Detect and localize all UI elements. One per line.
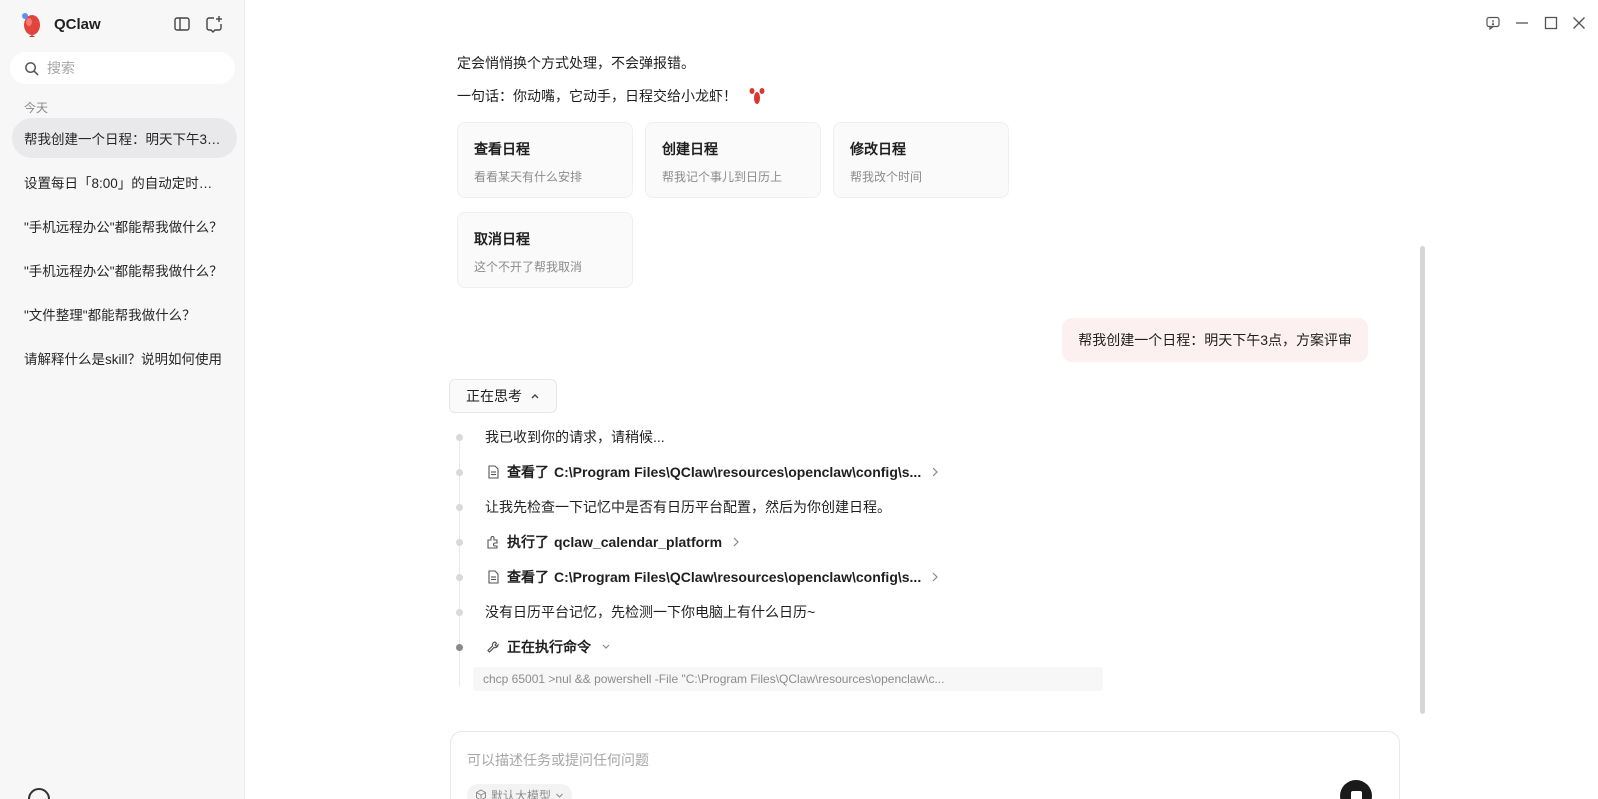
timeline-step-file[interactable]: 查看了 C:\Program Files\QClaw\resources\ope…: [485, 462, 939, 482]
plugin-icon: [485, 534, 501, 550]
quick-card-cancel-schedule[interactable]: 取消日程 这个不开了帮我取消: [457, 212, 633, 288]
card-subtitle: 看看某天有什么安排: [474, 170, 583, 184]
timeline-step: 让我先检查一下记忆中是否有日历平台配置，然后为你创建日程。: [485, 497, 891, 517]
step-prefix: 查看了: [507, 464, 549, 480]
timeline-dot: [456, 609, 463, 616]
user-avatar[interactable]: [28, 788, 50, 799]
history-item[interactable]: 帮我创建一个日程：明天下午3点，方案评审: [12, 118, 237, 158]
card-title: 修改日程: [850, 141, 906, 157]
step-prefix: 查看了: [507, 569, 549, 585]
qclaw-logo-icon: [22, 13, 40, 37]
history-item-label: 帮我创建一个日程：明天下午3点，方案评审: [24, 132, 225, 147]
quick-card-edit-schedule[interactable]: 修改日程 帮我改个时间: [833, 122, 1009, 198]
timeline-dot: [456, 574, 463, 581]
search-input[interactable]: [47, 60, 217, 76]
app-name: QClaw: [54, 15, 101, 33]
quick-card-create-schedule[interactable]: 创建日程 帮我记个事儿到日历上: [645, 122, 821, 198]
quick-card-view-schedule[interactable]: 查看日程 看看某天有什么安排: [457, 122, 633, 198]
model-label: 默认大模型: [491, 788, 552, 799]
step-text: 我已收到你的请求，请稍候...: [485, 429, 665, 445]
lobster-icon: [749, 88, 765, 104]
card-title: 查看日程: [474, 141, 530, 157]
timeline-step-file[interactable]: 查看了 C:\Program Files\QClaw\resources\ope…: [485, 567, 939, 587]
search-icon: [25, 61, 39, 76]
step-text: 没有日历平台记忆，先检测一下你电脑上有什么日历~: [485, 604, 816, 620]
timeline-dot: [456, 504, 463, 511]
user-message-bubble: 帮我创建一个日程：明天下午3点，方案评审: [1062, 318, 1368, 362]
assistant-text: 定会悄悄换个方式处理，不会弹报错。: [457, 55, 695, 71]
command-preview: chcp 65001 >nul && powershell -File "C:\…: [473, 667, 1103, 691]
search-box[interactable]: [10, 52, 235, 84]
timeline-dot: [456, 434, 463, 441]
card-title: 创建日程: [662, 141, 718, 157]
sidebar: QClaw 今天 帮我创建一个日程：明天下午3点，方案评审 设置每日「8:00」…: [0, 0, 245, 799]
history-item[interactable]: 设置每日「8:00」的自动定时任务: [12, 162, 237, 202]
timeline-dot: [456, 539, 463, 546]
card-subtitle: 这个不开了帮我取消: [474, 260, 583, 274]
chat-history-list: 帮我创建一个日程：明天下午3点，方案评审 设置每日「8:00」的自动定时任务 "…: [12, 118, 237, 382]
stop-generation-button[interactable]: [1340, 780, 1372, 799]
chevron-down-icon: [555, 792, 564, 799]
step-path: C:\Program Files\QClaw\resources\opencla…: [554, 464, 922, 480]
new-chat-icon[interactable]: [204, 14, 224, 34]
thinking-label: 正在思考: [466, 388, 522, 404]
stop-icon: [1350, 790, 1362, 799]
history-item-label: "文件整理"都能帮我做什么？: [24, 308, 196, 323]
message-input[interactable]: [467, 750, 1327, 774]
brand: QClaw: [20, 10, 101, 38]
section-label-today: 今天: [24, 101, 49, 115]
history-item-label: 设置每日「8:00」的自动定时任务: [24, 176, 225, 191]
scrollbar[interactable]: [1420, 246, 1425, 714]
step-path: C:\Program Files\QClaw\resources\opencla…: [554, 569, 922, 585]
timeline-step-running[interactable]: 正在执行命令: [485, 637, 611, 657]
step-prefix: 执行了: [507, 534, 549, 550]
timeline-step-tool[interactable]: 执行了 qclaw_calendar_platform: [485, 532, 740, 552]
step-text: 让我先检查一下记忆中是否有日历平台配置，然后为你创建日程。: [485, 499, 891, 515]
timeline-step: 没有日历平台记忆，先检测一下你电脑上有什么日历~: [485, 602, 815, 622]
file-icon: [485, 464, 501, 480]
card-title: 取消日程: [474, 231, 530, 247]
toggle-sidebar-icon[interactable]: [172, 14, 192, 34]
chevron-right-icon: [732, 537, 740, 547]
chevron-up-icon: [531, 394, 539, 399]
chevron-right-icon: [931, 572, 939, 582]
chevron-right-icon: [931, 467, 939, 477]
wrench-icon: [485, 639, 501, 655]
composer: 默认大模型: [450, 731, 1400, 799]
assistant-text: 一句话：你动嘴，它动手，日程交给小龙虾！: [457, 88, 737, 104]
history-item-label: "手机远程办公"都能帮我做什么？: [24, 220, 223, 235]
history-item[interactable]: "文件整理"都能帮我做什么？: [12, 294, 237, 334]
chevron-down-icon: [601, 643, 611, 651]
timeline-dot-active: [456, 644, 463, 651]
model-selector[interactable]: 默认大模型: [467, 784, 573, 799]
timeline-step: 我已收到你的请求，请稍候...: [485, 427, 665, 447]
history-item[interactable]: 请解释什么是skill？说明如何使用: [12, 338, 237, 378]
step-tool-name: qclaw_calendar_platform: [554, 534, 723, 550]
thinking-toggle-button[interactable]: 正在思考: [449, 379, 557, 413]
timeline-dot: [456, 469, 463, 476]
history-item-label: "手机远程办公"都能帮我做什么？: [24, 264, 223, 279]
file-icon: [485, 569, 501, 585]
card-subtitle: 帮我改个时间: [850, 170, 923, 184]
model-icon: [475, 789, 487, 799]
chat-main: 定会悄悄换个方式处理，不会弹报错。 一句话：你动嘴，它动手，日程交给小龙虾！ 查…: [245, 0, 1598, 799]
step-running-label: 正在执行命令: [507, 639, 591, 655]
history-item[interactable]: "手机远程办公"都能帮我做什么？: [12, 250, 237, 290]
card-subtitle: 帮我记个事儿到日历上: [662, 170, 783, 184]
history-item[interactable]: "手机远程办公"都能帮我做什么？: [12, 206, 237, 246]
history-item-label: 请解释什么是skill？说明如何使用: [24, 352, 222, 367]
assistant-text-row: 一句话：你动嘴，它动手，日程交给小龙虾！: [457, 86, 765, 106]
